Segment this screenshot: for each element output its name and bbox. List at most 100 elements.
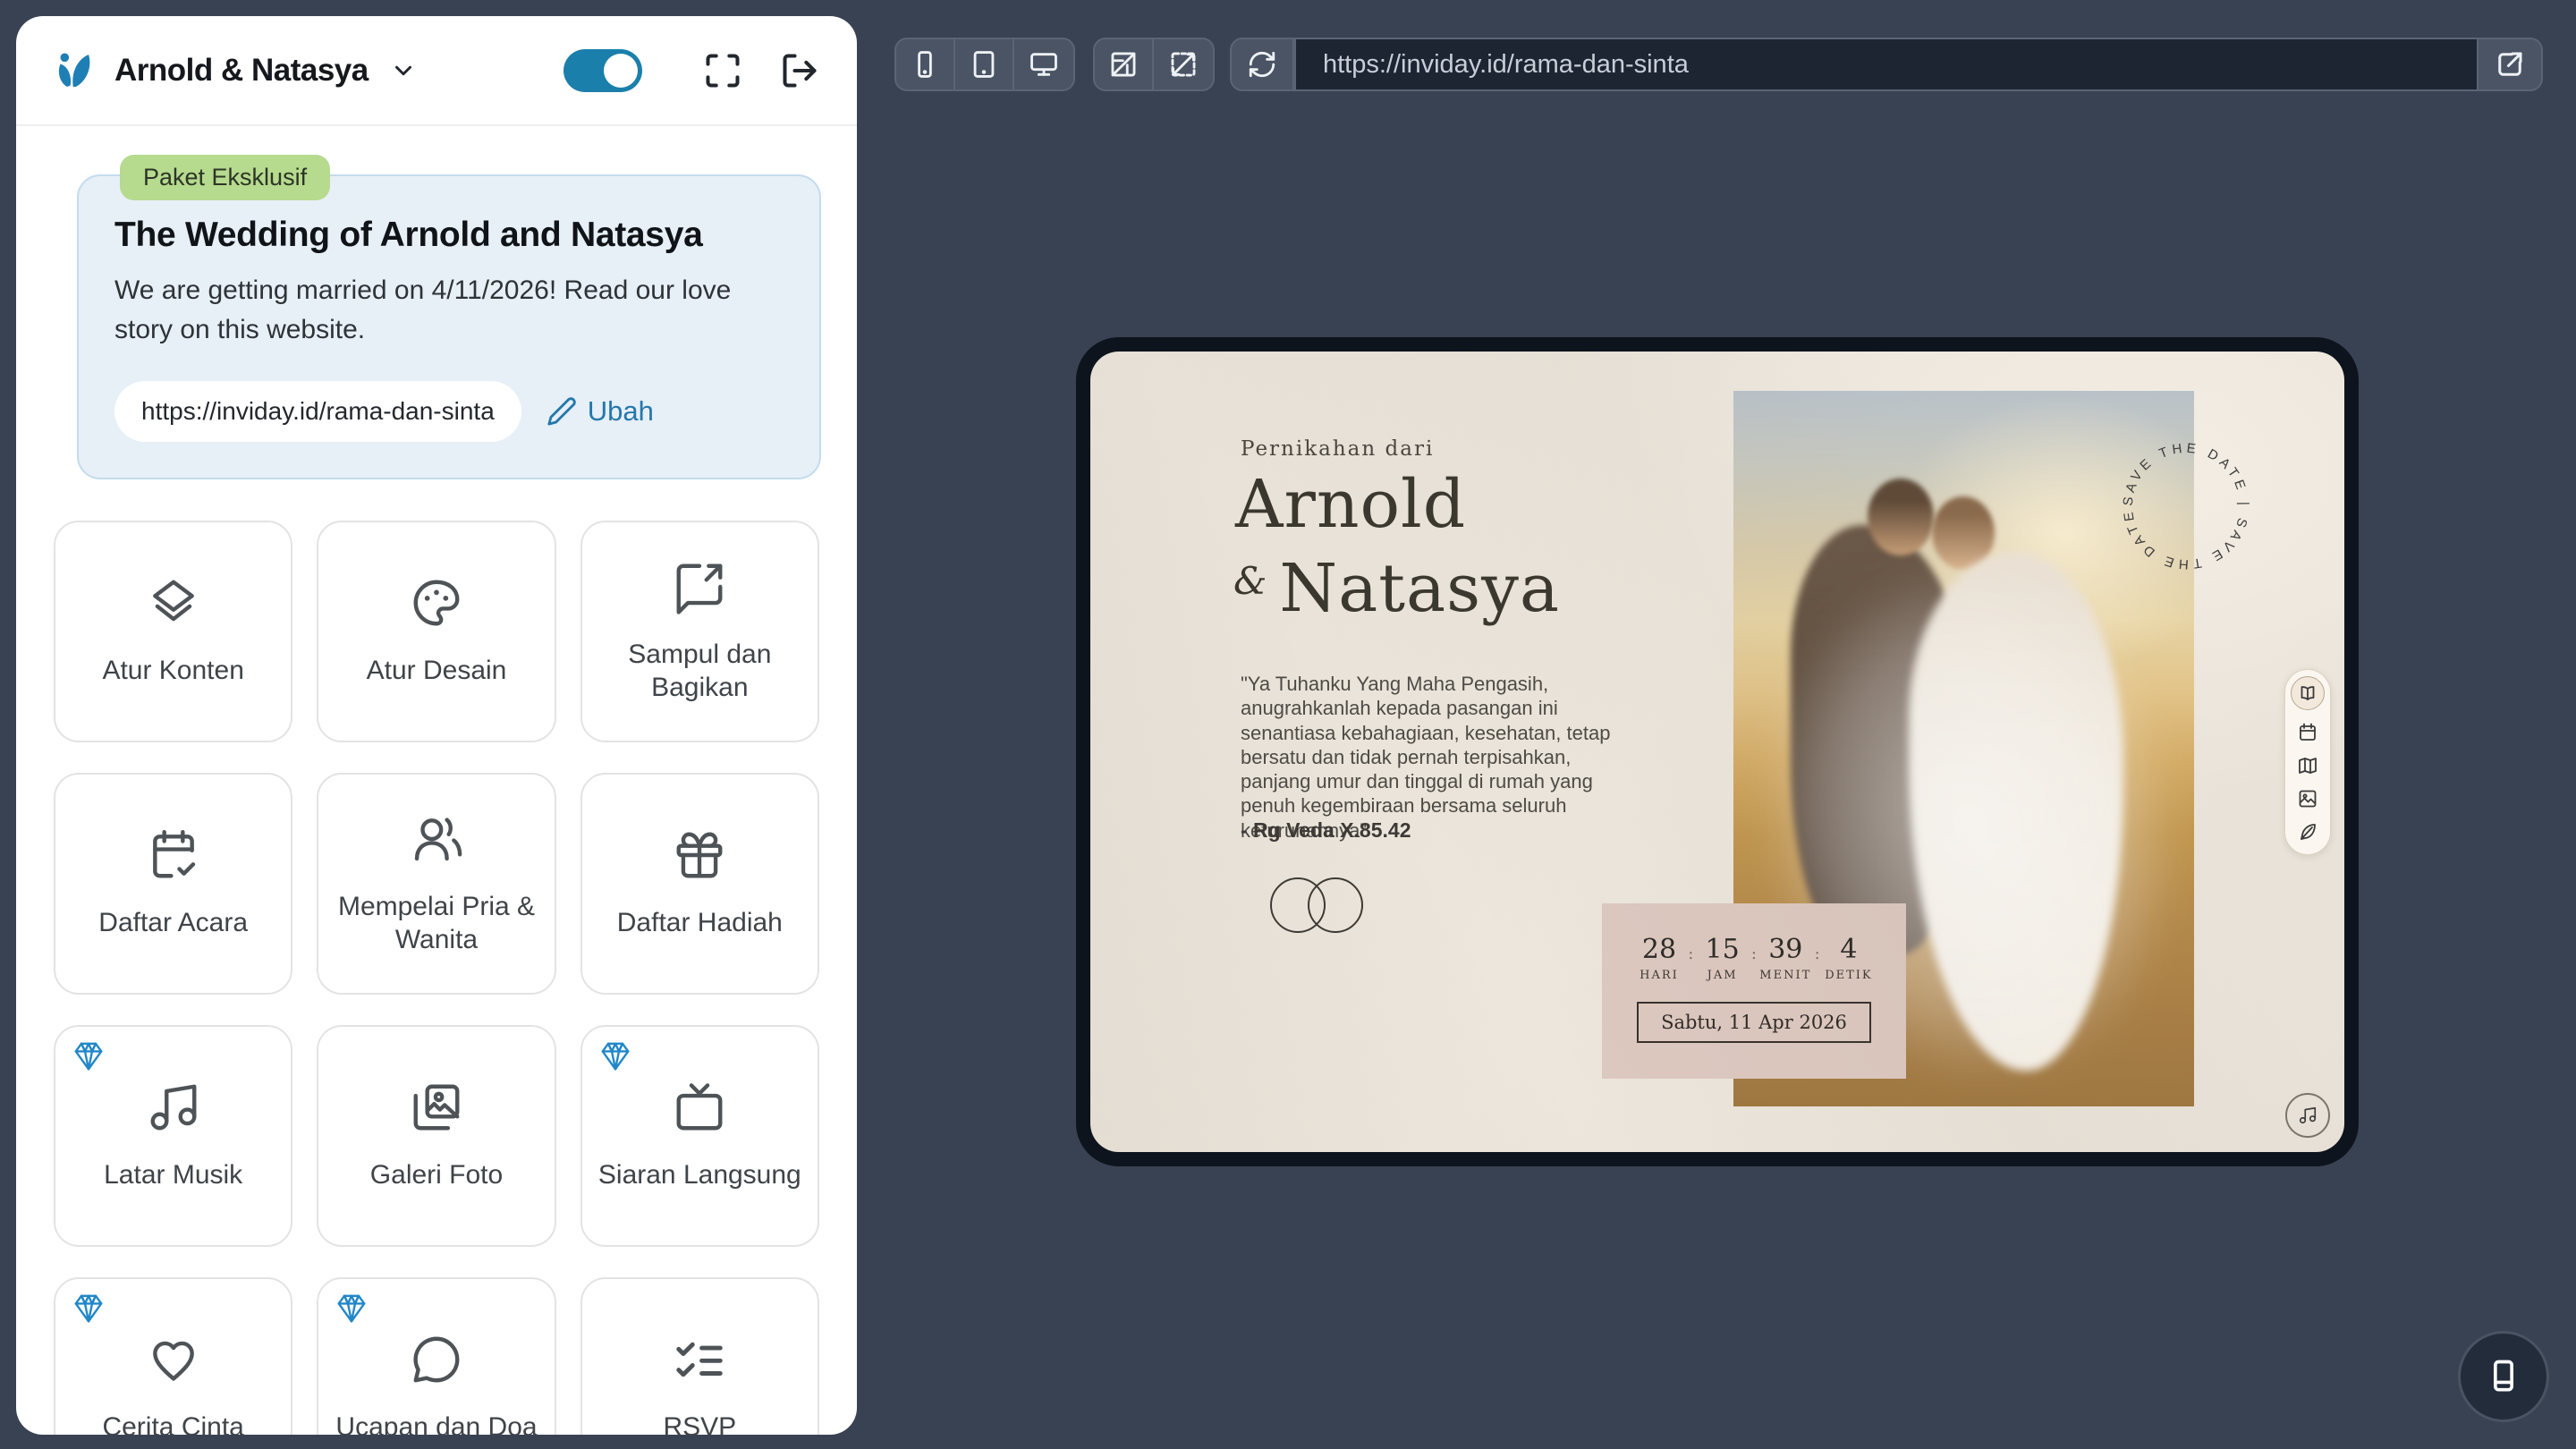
menu-grid: Atur Konten Atur Desain Sampul dan Bagik… (16, 521, 857, 1435)
sidebar-panel: Arnold & Natasya Paket Eksklusif The Wed… (16, 16, 857, 1435)
countdown-seconds-unit: DETIK (1820, 969, 1877, 982)
wedding-title: The Wedding of Arnold and Natasya (114, 216, 784, 255)
invitation-preview: Pernikahan dari Arnold & Natasya "Ya Tuh… (1090, 352, 2344, 1152)
premium-gem-icon (72, 1039, 106, 1073)
device-tablet-button[interactable] (955, 39, 1014, 89)
countdown-row: 28 HARI : 15 JAM : 39 MENIT : 4 DETIK (1625, 934, 1883, 982)
music-icon (146, 1080, 201, 1135)
desktop-icon (1029, 49, 1059, 80)
chat-icon (409, 1332, 464, 1387)
pencil-icon (547, 396, 577, 427)
frame-off-icon (1108, 49, 1139, 80)
frame-off-button[interactable] (1095, 39, 1154, 89)
countdown-minutes-value: 39 (1757, 934, 1814, 965)
svg-text:SAVE THE DATE | SAVE THE DATE: SAVE THE DATE | SAVE THE DATE | (2110, 430, 2251, 572)
menu-card-label: Galeri Foto (370, 1158, 503, 1192)
wedding-rings-icon (1270, 877, 1368, 935)
countdown-seconds: 4 DETIK (1820, 934, 1877, 982)
heart-icon (146, 1332, 201, 1387)
countdown-seconds-value: 4 (1820, 934, 1877, 965)
save-the-date-text: SAVE THE DATE | SAVE THE DATE | (2110, 430, 2251, 572)
menu-card-cerita-cinta[interactable]: Cerita Cinta (54, 1277, 292, 1435)
countdown-days: 28 HARI (1631, 934, 1688, 982)
url-input[interactable]: https://inviday.id/rama-dan-sinta (1294, 39, 2479, 89)
menu-card-siaran-langsung[interactable]: Siaran Langsung (580, 1025, 819, 1247)
book-open-icon (2297, 682, 2318, 704)
tablet-icon (969, 49, 999, 80)
menu-card-sampul-dan-bagikan[interactable]: Sampul dan Bagikan (580, 521, 819, 742)
photo-groom-head (1868, 479, 1934, 555)
guides-off-button[interactable] (1154, 39, 1213, 89)
bride-name-row: & Natasya (1233, 550, 1560, 627)
edit-url-label: Ubah (588, 395, 654, 428)
sidebar-header: Arnold & Natasya (16, 16, 857, 126)
premium-gem-icon (72, 1292, 106, 1326)
countdown-hours: 15 JAM (1694, 934, 1751, 982)
url-row: https://inviday.id/rama-dan-sinta Ubah (114, 381, 784, 442)
refresh-button[interactable] (1232, 39, 1294, 89)
menu-card-ucapan-dan-doa[interactable]: Ucapan dan Doa (317, 1277, 555, 1435)
menu-card-label: Daftar Acara (98, 906, 248, 940)
calendar-check-icon (146, 827, 201, 883)
menu-card-latar-musik[interactable]: Latar Musik (54, 1025, 292, 1247)
url-bar-group: https://inviday.id/rama-dan-sinta (1230, 38, 2543, 91)
tv-icon (672, 1080, 727, 1135)
invitation-section-nav (2284, 669, 2331, 855)
package-card: Paket Eksklusif The Wedding of Arnold an… (77, 174, 821, 479)
countdown-hours-unit: JAM (1694, 969, 1751, 982)
image-icon[interactable] (2297, 788, 2318, 809)
menu-card-atur-konten[interactable]: Atur Konten (54, 521, 292, 742)
invitation-intro: Pernikahan dari (1241, 437, 1434, 461)
menu-card-label: Daftar Hadiah (617, 906, 783, 940)
menu-card-daftar-acara[interactable]: Daftar Acara (54, 773, 292, 995)
feather-icon[interactable] (2297, 821, 2318, 843)
map-icon[interactable] (2297, 755, 2318, 776)
logout-icon[interactable] (780, 51, 819, 90)
smartphone-icon (910, 49, 940, 80)
book-cover-icon (2484, 1357, 2523, 1396)
menu-card-label: Atur Desain (367, 654, 507, 688)
edit-url-button[interactable]: Ubah (547, 395, 654, 428)
ampersand: & (1233, 559, 1267, 603)
tablet-frame: Pernikahan dari Arnold & Natasya "Ya Tuh… (1076, 337, 2359, 1166)
menu-card-mempelai[interactable]: Mempelai Pria & Wanita (317, 773, 555, 995)
open-external-button[interactable] (2479, 39, 2541, 89)
package-badge: Paket Eksklusif (120, 155, 330, 200)
wedding-date-button[interactable]: Sabtu, 11 Apr 2026 (1637, 1002, 1871, 1043)
menu-card-daftar-hadiah[interactable]: Daftar Hadiah (580, 773, 819, 995)
bride-name: Natasya (1279, 550, 1560, 627)
countdown-minutes: 39 MENIT (1757, 934, 1814, 982)
menu-card-label: Mempelai Pria & Wanita (333, 890, 539, 957)
device-desktop-button[interactable] (1014, 39, 1073, 89)
gallery-icon (409, 1080, 464, 1135)
invitation-quote: "Ya Tuhanku Yang Maha Pengasih, anugrahk… (1241, 672, 1639, 843)
menu-card-label: Siaran Langsung (598, 1158, 801, 1192)
menu-card-label: Atur Konten (102, 654, 243, 688)
device-smartphone-button[interactable] (896, 39, 955, 89)
menu-card-galeri-foto[interactable]: Galeri Foto (317, 1025, 555, 1247)
cover-fab-button[interactable] (2458, 1331, 2549, 1422)
fullscreen-icon[interactable] (703, 51, 742, 90)
toggle-knob (604, 54, 638, 88)
menu-card-label: RSVP (663, 1411, 736, 1435)
premium-gem-icon (335, 1292, 369, 1326)
countdown-colon: : (1751, 945, 1757, 982)
workspace-name[interactable]: Arnold & Natasya (114, 53, 369, 89)
groom-name: Arnold (1235, 466, 1466, 543)
menu-card-rsvp[interactable]: RSVP (580, 1277, 819, 1435)
chevron-down-icon[interactable] (390, 57, 417, 84)
countdown-colon: : (1688, 945, 1693, 982)
save-the-date-circle: SAVE THE DATE | SAVE THE DATE | (2110, 430, 2262, 582)
external-link-icon (2494, 48, 2526, 80)
countdown-days-value: 28 (1631, 934, 1688, 965)
nav-book-open-button[interactable] (2291, 676, 2325, 710)
menu-card-label: Cerita Cinta (102, 1411, 243, 1435)
countdown-hours-value: 15 (1694, 934, 1751, 965)
calendar-icon[interactable] (2297, 722, 2318, 743)
menu-card-atur-desain[interactable]: Atur Desain (317, 521, 555, 742)
wedding-description: We are getting married on 4/11/2026! Rea… (114, 271, 784, 349)
site-url-value: https://inviday.id/rama-dan-sinta (114, 381, 521, 442)
preview-toggle[interactable] (564, 49, 642, 92)
music-toggle-button[interactable] (2285, 1093, 2330, 1138)
device-switch-group (894, 38, 1075, 91)
